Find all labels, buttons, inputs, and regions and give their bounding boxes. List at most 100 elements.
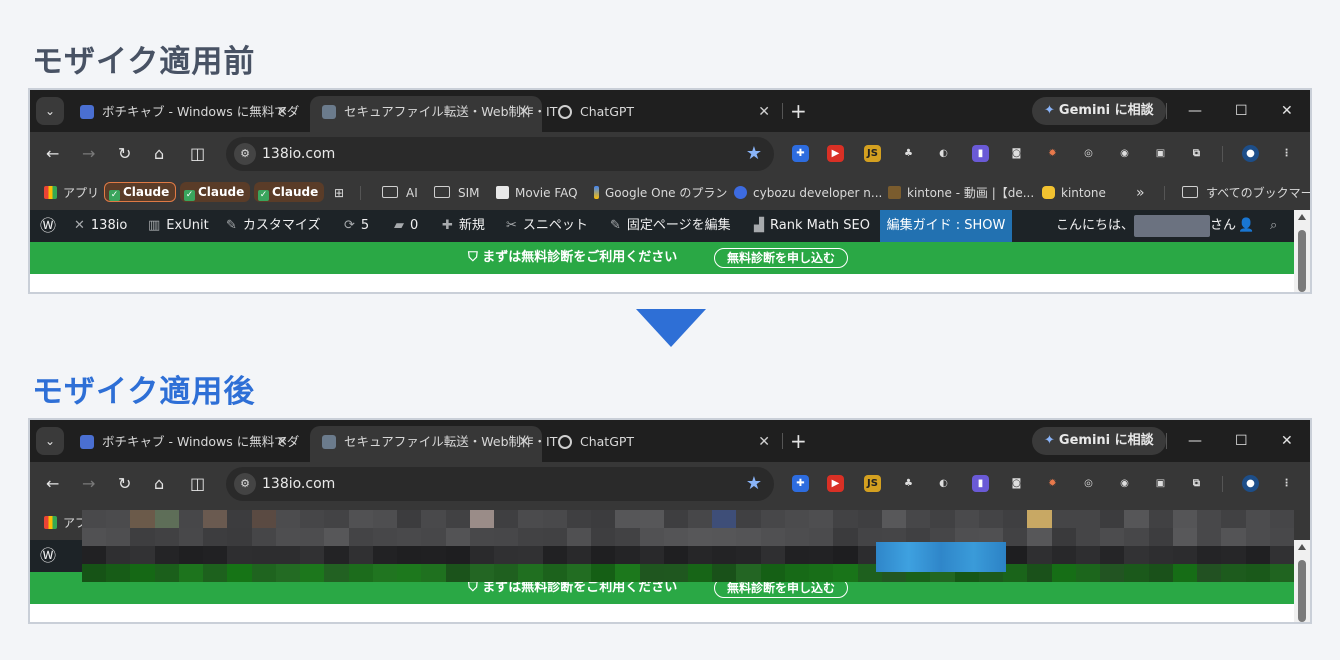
forward-icon[interactable]: → (82, 142, 95, 166)
tab-2-active[interactable]: セキュアファイル転送・Web制作・IT ✕ (310, 96, 557, 132)
wp-edit-page[interactable]: ✎ 固定ページを編集 (610, 210, 731, 242)
extension-icon[interactable]: ♣ (900, 475, 917, 492)
profile-avatar[interactable]: ● (1242, 145, 1259, 162)
bookmark-star-icon[interactable]: ★ (746, 467, 762, 501)
wp-comments[interactable]: ▰ 0 (394, 210, 418, 242)
extension-icon[interactable]: ◐ (935, 475, 952, 492)
scroll-up-icon[interactable] (1298, 544, 1306, 550)
wp-rank-math[interactable]: ▟ Rank Math SEO (754, 210, 870, 242)
bookmark-all[interactable]: すべてのブックマーク (1182, 176, 1310, 210)
site-info-icon[interactable]: ⚙ (234, 143, 256, 165)
wp-updates[interactable]: ⟳ 5 (344, 210, 369, 242)
tab-1[interactable]: ボチキャブ - Windows に無料でダ ✕ (68, 426, 300, 462)
extension-icon[interactable]: JS (864, 475, 881, 492)
maximize-icon[interactable]: ☐ (1235, 428, 1248, 454)
bookmark-kintone-video[interactable]: kintone - 動画 |【de... (888, 176, 1034, 210)
extension-icon[interactable]: ✹ (1044, 475, 1061, 492)
extension-icon[interactable]: ◉ (1116, 475, 1133, 492)
reload-icon[interactable]: ↻ (118, 472, 131, 496)
wp-edit-guide[interactable]: 編集ガイド : SHOW (880, 210, 1012, 242)
wp-snippets[interactable]: ✂ スニペット (506, 210, 588, 242)
wp-site-name[interactable]: ✕ 138io (74, 210, 127, 242)
address-bar[interactable]: ⚙ 138io.com ★ (226, 137, 774, 171)
scroll-thumb[interactable] (1298, 560, 1306, 622)
extension-icon[interactable]: ◙ (1008, 145, 1025, 162)
wordpress-icon[interactable]: Ⓦ (40, 540, 56, 572)
extension-icon[interactable]: ◉ (1116, 145, 1133, 162)
close-icon[interactable]: ✕ (758, 96, 770, 128)
more-bookmarks-icon[interactable]: » (1136, 176, 1145, 210)
extension-icon[interactable]: ◐ (935, 145, 952, 162)
tab-search-button[interactable]: ⌄ (36, 97, 64, 125)
extension-icon[interactable]: ♣ (900, 145, 917, 162)
extension-icon[interactable]: JS (864, 145, 881, 162)
extension-icon[interactable]: ▶ (827, 475, 844, 492)
wp-customize[interactable]: ✎ カスタマイズ (226, 210, 321, 242)
extension-icon[interactable]: ▮ (972, 145, 989, 162)
split-view-icon[interactable]: ◫ (190, 472, 205, 496)
close-icon[interactable]: ✕ (276, 426, 288, 458)
home-icon[interactable]: ⌂ (154, 142, 164, 166)
address-bar[interactable]: ⚙ 138io.com ★ (226, 467, 774, 501)
extension-icon[interactable]: ✚ (792, 145, 809, 162)
bookmark-claude-2[interactable]: ✓ Claude (180, 182, 251, 202)
tab-1[interactable]: ボチキャブ - Windows に無料でダ ✕ (68, 96, 300, 132)
wp-exunit[interactable]: ▥ ExUnit (148, 210, 209, 242)
bookmark-kintone[interactable]: kintone (1042, 176, 1106, 210)
scroll-up-icon[interactable] (1298, 214, 1306, 220)
wp-new[interactable]: ✚ 新規 (442, 210, 485, 242)
scrollbar[interactable] (1294, 210, 1310, 292)
search-icon[interactable]: ⌕ (1270, 210, 1277, 242)
notice-button[interactable]: 無料診断を申し込む (714, 248, 849, 268)
extension-icon[interactable]: ◙ (1008, 475, 1025, 492)
bookmark-folder-sim[interactable]: SIM (434, 176, 480, 210)
user-icon[interactable]: 👤 (1238, 210, 1254, 242)
extension-icon[interactable]: ◎ (1080, 145, 1097, 162)
bookmark-movie-faq[interactable]: Movie FAQ (496, 176, 578, 210)
extension-icon[interactable]: ▣ (1152, 145, 1169, 162)
minimize-icon[interactable]: — (1188, 428, 1202, 454)
new-tab-button[interactable]: + (790, 426, 807, 456)
close-icon[interactable]: ✕ (758, 426, 770, 458)
menu-icon[interactable]: ⋮ (1278, 145, 1295, 162)
bookmark-star-icon[interactable]: ★ (746, 137, 762, 171)
tab-2-active[interactable]: セキュアファイル転送・Web制作・IT ✕ (310, 426, 557, 462)
profile-avatar[interactable]: ● (1242, 475, 1259, 492)
gemini-button[interactable]: ✦ Gemini に相談 (1032, 97, 1166, 125)
close-window-icon[interactable]: ✕ (1281, 428, 1293, 454)
extension-icon[interactable]: ✚ (792, 475, 809, 492)
bookmark-claude-1[interactable]: ✓ Claude (104, 182, 177, 202)
tab-3[interactable]: ChatGPT ✕ (546, 426, 782, 462)
scroll-thumb[interactable] (1298, 230, 1306, 292)
extension-icon[interactable]: ◎ (1080, 475, 1097, 492)
new-tab-button[interactable]: + (790, 96, 807, 126)
extension-icon[interactable]: ▮ (972, 475, 989, 492)
maximize-icon[interactable]: ☐ (1235, 98, 1248, 124)
reload-icon[interactable]: ↻ (118, 142, 131, 166)
bookmark-claude-3[interactable]: ✓ Claude (254, 182, 325, 202)
gemini-button[interactable]: ✦ Gemini に相談 (1032, 427, 1166, 455)
menu-icon[interactable]: ⋮ (1278, 475, 1295, 492)
bookmark-folder-ai[interactable]: AI (382, 176, 418, 210)
bookmark-apps[interactable]: アプ (44, 506, 87, 540)
home-icon[interactable]: ⌂ (154, 472, 164, 496)
wp-greeting[interactable]: こんにちは、 さん (1056, 210, 1236, 242)
extension-icon[interactable]: ▶ (827, 145, 844, 162)
extensions-puzzle-icon[interactable]: ⧉ (1188, 145, 1205, 162)
wordpress-icon[interactable]: Ⓦ (40, 210, 56, 242)
close-window-icon[interactable]: ✕ (1281, 98, 1293, 124)
close-icon[interactable]: ✕ (518, 96, 530, 128)
extensions-puzzle-icon[interactable]: ⧉ (1188, 475, 1205, 492)
tab-3[interactable]: ChatGPT ✕ (546, 96, 782, 132)
forward-icon[interactable]: → (82, 472, 95, 496)
bookmark-google-one[interactable]: Google One のプラン (594, 176, 727, 210)
tab-search-button[interactable]: ⌄ (36, 427, 64, 455)
split-view-icon[interactable]: ◫ (190, 142, 205, 166)
close-icon[interactable]: ✕ (518, 426, 530, 458)
close-icon[interactable]: ✕ (276, 96, 288, 128)
bookmark-cybozu[interactable]: cybozu developer n... (734, 176, 882, 210)
site-info-icon[interactable]: ⚙ (234, 473, 256, 495)
back-icon[interactable]: ← (46, 472, 59, 496)
bookmark-apps[interactable]: アプリ (44, 176, 99, 210)
scrollbar[interactable] (1294, 540, 1310, 622)
